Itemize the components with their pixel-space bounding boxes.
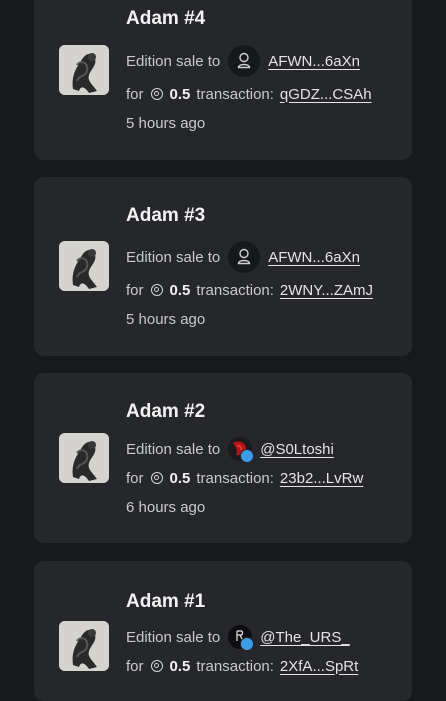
sale-title[interactable]: Adam #1 bbox=[126, 591, 205, 613]
transaction-link[interactable]: 23b2...LvRw bbox=[280, 470, 363, 487]
sale-price: 0.5 bbox=[169, 281, 191, 299]
user-outline-icon bbox=[238, 52, 251, 69]
sale-price-row: for 0.5 transaction: qGDZ...CSAh bbox=[126, 77, 372, 111]
user-outline-icon bbox=[238, 248, 251, 265]
sale-price-row: for 0.5 transaction: 2WNY...ZAmJ bbox=[126, 273, 373, 307]
for-label: for bbox=[126, 469, 144, 487]
sale-buyer-row: Edition sale to AFWN...6aXn bbox=[126, 44, 360, 78]
buyer-avatar[interactable] bbox=[228, 45, 261, 77]
sale-price-row: for 0.5 transaction: 2XfA...SpRt bbox=[126, 649, 358, 683]
buyer-link[interactable]: AFWN...6aXn bbox=[268, 249, 360, 266]
transaction-label: transaction: bbox=[196, 85, 274, 103]
artwork-thumbnail[interactable] bbox=[59, 241, 109, 291]
sale-card[interactable]: Adam #4 Edition sale to AFWN...6aXn for … bbox=[34, 0, 412, 160]
for-label: for bbox=[126, 657, 144, 675]
sale-time: 5 hours ago bbox=[126, 311, 206, 328]
sale-card[interactable]: Adam #1 Edition sale to @The_URS_ for 0.… bbox=[34, 561, 412, 701]
transaction-link[interactable]: qGDZ...CSAh bbox=[280, 86, 372, 103]
transaction-label: transaction: bbox=[196, 657, 274, 675]
sale-title[interactable]: Adam #4 bbox=[126, 8, 205, 30]
sale-label: Edition sale to bbox=[126, 628, 221, 646]
sale-title[interactable]: Adam #2 bbox=[126, 401, 205, 423]
transaction-link[interactable]: 2WNY...ZAmJ bbox=[280, 282, 373, 299]
buyer-avatar[interactable] bbox=[228, 437, 255, 463]
sale-time: 6 hours ago bbox=[126, 499, 206, 516]
transaction-label: transaction: bbox=[196, 469, 274, 487]
sale-buyer-row: Edition sale to AFWN...6aXn bbox=[126, 240, 360, 274]
coin-icon bbox=[150, 284, 163, 296]
sale-label: Edition sale to bbox=[126, 440, 221, 458]
sale-label: Edition sale to bbox=[126, 248, 221, 266]
artwork-thumbnail[interactable] bbox=[59, 45, 109, 95]
sale-price: 0.5 bbox=[169, 85, 191, 103]
sale-card[interactable]: Adam #3 Edition sale to AFWN...6aXn for … bbox=[34, 177, 412, 356]
transaction-link[interactable]: 2XfA...SpRt bbox=[280, 658, 358, 675]
sale-price-row: for 0.5 transaction: 23b2...LvRw bbox=[126, 461, 363, 495]
sale-price: 0.5 bbox=[169, 657, 191, 675]
coin-icon bbox=[150, 472, 163, 484]
sale-price: 0.5 bbox=[169, 469, 191, 487]
coin-icon bbox=[150, 88, 163, 100]
artwork-thumbnail[interactable] bbox=[59, 621, 109, 671]
buyer-avatar[interactable] bbox=[228, 241, 261, 273]
sale-title[interactable]: Adam #3 bbox=[126, 205, 205, 227]
buyer-link[interactable]: @The_URS_ bbox=[260, 629, 349, 646]
artwork-thumbnail[interactable] bbox=[59, 433, 109, 483]
for-label: for bbox=[126, 281, 144, 299]
sale-label: Edition sale to bbox=[126, 52, 221, 70]
transaction-label: transaction: bbox=[196, 281, 274, 299]
buyer-link[interactable]: @S0Ltoshi bbox=[260, 441, 334, 458]
coin-icon bbox=[150, 660, 163, 672]
for-label: for bbox=[126, 85, 144, 103]
sale-card[interactable]: Adam #2 Edition sale to @S0Ltoshi for 0.… bbox=[34, 373, 412, 543]
buyer-link[interactable]: AFWN...6aXn bbox=[268, 53, 360, 70]
sale-time: 5 hours ago bbox=[126, 115, 206, 132]
buyer-avatar[interactable] bbox=[228, 625, 255, 651]
